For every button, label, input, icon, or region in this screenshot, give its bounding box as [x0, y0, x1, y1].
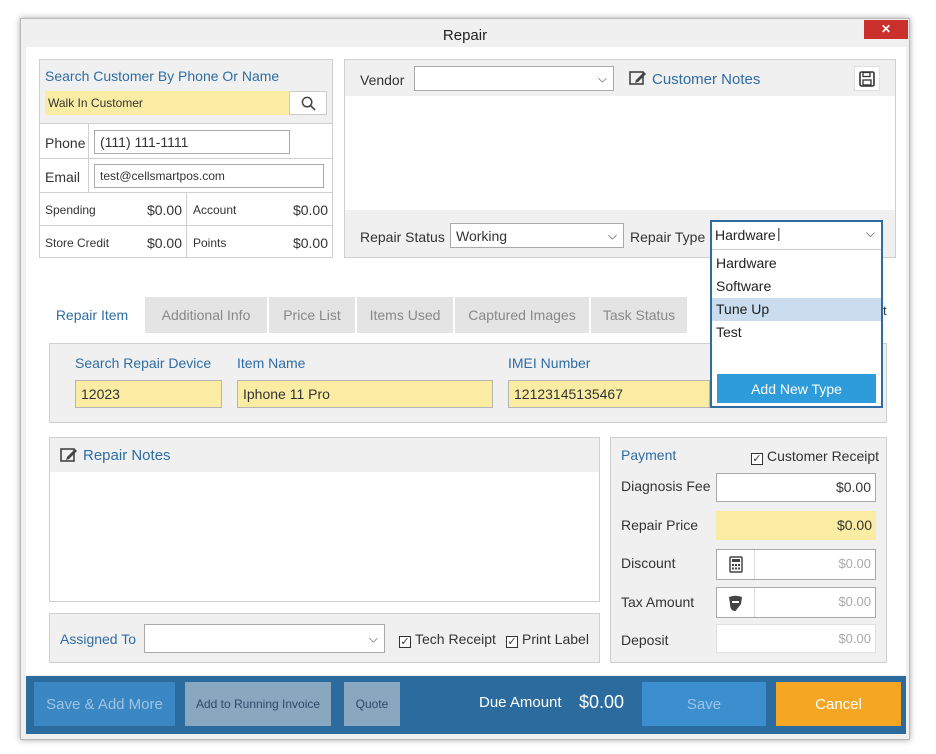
repair-status-label: Repair Status [360, 229, 445, 245]
text-cursor: | [777, 225, 781, 241]
option-tune-up[interactable]: Tune Up [712, 298, 881, 321]
phone-label: Phone [45, 135, 86, 151]
save-add-more-button[interactable]: Save & Add More [34, 682, 175, 726]
tab-captured-images[interactable]: Captured Images [455, 297, 589, 333]
option-test[interactable]: Test [712, 321, 881, 344]
main-content: Search Customer By Phone Or Name Walk In… [26, 47, 906, 675]
chevron-down-icon: ⌵ [597, 71, 607, 85]
chevron-down-icon: ⌵ [368, 631, 378, 645]
customer-notes-label: Customer Notes [652, 71, 761, 88]
tab-overflow-text: t [883, 303, 887, 318]
tax-amount-input[interactable]: $0.00 [716, 587, 876, 618]
chevron-down-icon: ⌵ [865, 226, 875, 240]
close-button[interactable]: ✕ [864, 20, 908, 39]
account-label: Account [193, 203, 237, 217]
points-label: Points [193, 236, 227, 250]
discount-input[interactable]: $0.00 [716, 549, 876, 580]
email-label: Email [45, 169, 81, 185]
diagnosis-fee-input[interactable]: $0.00 [716, 473, 876, 502]
repair-type-options: Hardware Software Tune Up Test [712, 252, 881, 344]
repair-type-dropdown[interactable]: Hardware | ⌵ Hardware Software Tune Up T… [710, 220, 883, 408]
tab-price-list[interactable]: Price List [269, 297, 355, 333]
repair-type-value[interactable]: Hardware [715, 227, 776, 243]
due-amount-label: Due Amount [479, 694, 562, 711]
item-name-input[interactable]: Iphone 11 Pro [237, 380, 493, 408]
repair-price-input[interactable]: $0.00 [716, 511, 876, 540]
repair-notes-panel: Repair Notes [49, 437, 600, 602]
option-hardware[interactable]: Hardware [712, 252, 881, 275]
assign-panel: Assigned To ⌵ ✓ Tech Receipt ✓ Print Label [49, 613, 600, 663]
tax-amount-label: Tax Amount [621, 594, 695, 610]
cancel-button[interactable]: Cancel [776, 682, 901, 726]
note-edit-icon [629, 71, 646, 85]
item-name-label: Item Name [237, 355, 306, 371]
deposit-label: Deposit [621, 632, 669, 648]
payment-panel: Payment ✓ Customer Receipt Diagnosis Fee … [610, 437, 887, 663]
vendor-select[interactable]: ⌵ [414, 66, 614, 91]
device-input[interactable]: 12023 [75, 380, 222, 408]
tab-repair-item[interactable]: Repair Item [41, 297, 143, 333]
option-software[interactable]: Software [712, 275, 881, 298]
customer-panel: Search Customer By Phone Or Name Walk In… [39, 59, 333, 258]
search-icon [301, 96, 316, 111]
repair-type-label: Repair Type [630, 229, 706, 245]
tax-shield-icon [729, 595, 742, 611]
chevron-down-icon: ⌵ [607, 228, 617, 242]
customer-search-button[interactable] [289, 91, 327, 115]
payment-title: Payment [621, 447, 677, 463]
vendor-label: Vendor [360, 72, 405, 88]
customer-search-label: Search Customer By Phone Or Name [45, 68, 280, 84]
tech-receipt-checkbox[interactable]: ✓ Tech Receipt [399, 631, 496, 648]
assigned-to-label: Assigned To [60, 631, 137, 647]
note-edit-icon [60, 448, 77, 462]
repair-price-label: Repair Price [621, 517, 699, 533]
customer-notes-area[interactable] [345, 96, 895, 210]
points-value: $0.00 [292, 235, 328, 251]
customer-search-input[interactable]: Walk In Customer [45, 91, 289, 115]
repair-notes-label: Repair Notes [83, 447, 171, 464]
tab-task-status[interactable]: Task Status [591, 297, 687, 333]
email-input[interactable]: test@cellsmartpos.com [94, 164, 324, 188]
spending-label: Spending [45, 203, 96, 217]
floppy-save-icon [859, 70, 875, 87]
window-title: Repair [442, 27, 488, 44]
print-label-checkbox[interactable]: ✓ Print Label [506, 631, 589, 648]
device-label: Search Repair Device [75, 355, 212, 371]
customer-receipt-checkbox[interactable]: ✓ Customer Receipt [751, 448, 879, 465]
phone-input[interactable]: (111) 111-1111 [94, 130, 290, 154]
check-icon: ✓ [399, 636, 411, 648]
save-button[interactable]: Save [642, 682, 766, 726]
check-icon: ✓ [751, 453, 763, 465]
tab-additional-info[interactable]: Additional Info [145, 297, 267, 333]
deposit-input[interactable]: $0.00 [716, 624, 876, 653]
save-notes-button[interactable] [854, 66, 880, 91]
footer-bar: Save & Add More Add to Running Invoice Q… [26, 676, 906, 734]
spending-value: $0.00 [146, 202, 182, 218]
repair-notes-textarea[interactable] [50, 472, 599, 601]
repair-window: Repair ✕ Search Customer By Phone Or Nam… [20, 18, 910, 740]
add-new-type-button[interactable]: Add New Type [717, 374, 876, 403]
tax-button[interactable] [717, 588, 755, 617]
imei-input[interactable]: 12123145135467 [508, 380, 710, 408]
store-credit-label: Store Credit [45, 236, 110, 250]
assigned-to-select[interactable]: ⌵ [144, 624, 385, 653]
discount-label: Discount [621, 555, 676, 571]
tab-items-used[interactable]: Items Used [357, 297, 453, 333]
imei-label: IMEI Number [508, 355, 591, 371]
diagnosis-fee-label: Diagnosis Fee [621, 478, 711, 494]
store-credit-value: $0.00 [146, 235, 182, 251]
title-bar: Repair ✕ [21, 19, 909, 49]
calculator-icon [728, 556, 743, 573]
repair-status-select[interactable]: Working ⌵ [450, 223, 624, 248]
add-running-invoice-button[interactable]: Add to Running Invoice [185, 682, 331, 726]
check-icon: ✓ [506, 636, 518, 648]
due-amount-value: $0.00 [579, 692, 625, 712]
quote-button[interactable]: Quote [344, 682, 400, 726]
account-value: $0.00 [292, 202, 328, 218]
calculator-button[interactable] [717, 550, 755, 579]
